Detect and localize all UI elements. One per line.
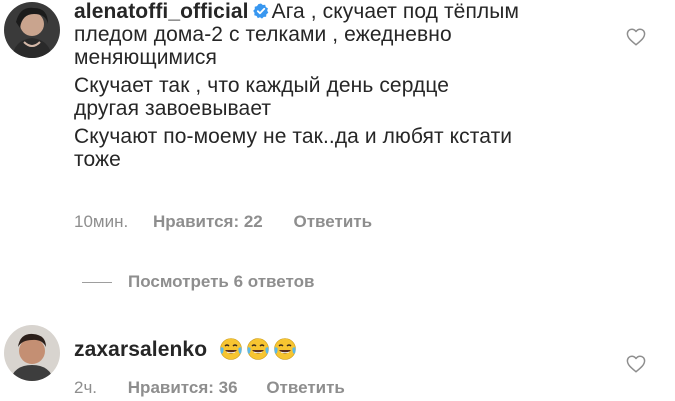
comment-text-line: другая завоевывает: [74, 97, 272, 120]
comment-text-block: zaxarsalenko: [74, 337, 297, 361]
comment-text-line: тоже: [74, 148, 121, 171]
face-with-tears-of-joy-emoji: [247, 338, 269, 360]
username[interactable]: zaxarsalenko: [74, 338, 207, 361]
face-with-tears-of-joy-emoji: [274, 338, 296, 360]
view-replies-button[interactable]: Посмотреть 6 ответов: [82, 272, 314, 292]
face-with-tears-of-joy-emoji: [220, 338, 242, 360]
avatar[interactable]: [4, 2, 60, 58]
comment-text-line: Скучают по-моему не так..да и любят кста…: [74, 125, 513, 148]
timestamp: 2ч.: [74, 378, 98, 397]
comment-text-block: alenatoffi_official Ага , скучает под тёп…: [74, 0, 634, 171]
view-replies-label: Посмотреть 6 ответов: [128, 272, 315, 291]
divider-line: [82, 282, 112, 284]
verified-badge-icon: [252, 3, 268, 19]
username[interactable]: alenatoffi_official: [74, 0, 249, 23]
comment-meta: 2ч. Нравится: 36 Ответить: [74, 378, 345, 398]
timestamp: 10мин.: [74, 212, 129, 231]
reply-button[interactable]: Ответить: [266, 378, 345, 398]
likes-count[interactable]: Нравится: 36: [128, 378, 238, 398]
avatar[interactable]: [4, 325, 60, 381]
comment-text-line: меняющимися: [74, 46, 217, 69]
comment-text-line: Ага , скучает под тёплым: [271, 0, 520, 23]
comment-text-line: Скучает так , что каждый день сердце: [74, 74, 450, 97]
comment-meta: 10мин. Нравится: 22 Ответить: [74, 212, 372, 232]
comment-text-line: пледом дома-2 с телками , ежедневно: [74, 23, 452, 46]
heart-outline-icon[interactable]: [626, 355, 646, 373]
reply-button[interactable]: Ответить: [293, 212, 372, 232]
heart-outline-icon[interactable]: [626, 28, 646, 46]
likes-count[interactable]: Нравится: 22: [153, 212, 263, 232]
